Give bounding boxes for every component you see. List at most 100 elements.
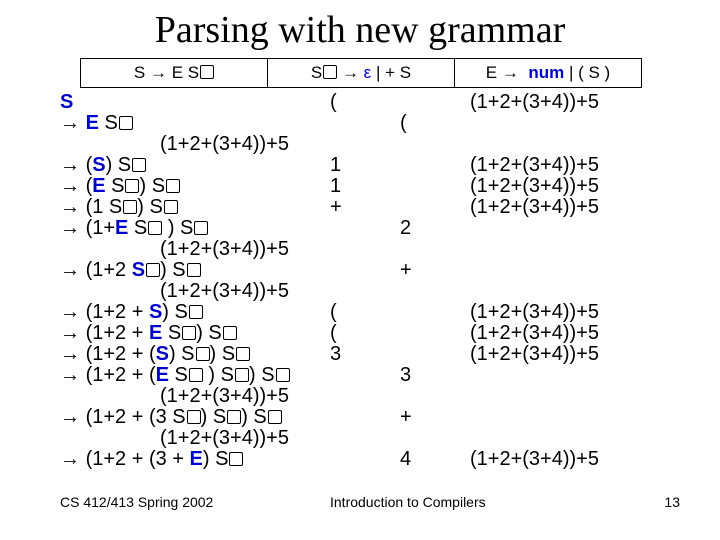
prime-icon — [200, 65, 214, 79]
rule2-lhs: S — [311, 63, 322, 82]
sym-E: E — [92, 175, 105, 197]
prime-icon — [119, 116, 133, 130]
lookahead-2: ( — [400, 113, 470, 134]
footer-center: Introduction to Compilers — [330, 494, 580, 510]
prime-icon — [223, 326, 237, 340]
deriv-row-context: (1+2+(3+4))+5 — [60, 281, 680, 302]
deriv-row: E S ( — [60, 113, 680, 134]
lookahead-2: 4 — [400, 449, 470, 470]
prime-icon — [182, 326, 196, 340]
rule3-lhs: E — [486, 63, 502, 82]
sym-E: E — [156, 364, 169, 386]
slide-title: Parsing with new grammar — [0, 8, 720, 52]
prime-icon — [189, 368, 203, 382]
lookahead-1: ( — [330, 92, 400, 113]
sym-E: E — [190, 448, 203, 470]
deriv-row: (1+2 + (S) S) S 3 (1+2+(3+4))+5 — [60, 344, 680, 365]
context-input: (1+2+(3+4))+5 — [60, 239, 430, 260]
deriv-row: (S) S 1 (1+2+(3+4))+5 — [60, 155, 680, 176]
rule1-lhs: S — [134, 63, 150, 82]
deriv-row-context: (1+2+(3+4))+5 — [60, 428, 680, 449]
lookahead-2: + — [400, 260, 470, 281]
prime-icon — [323, 65, 337, 79]
prime-icon — [235, 368, 249, 382]
prime-icon — [236, 347, 250, 361]
deriv-row: (1+2 + (3 + E) S 4 (1+2+(3+4))+5 — [60, 449, 680, 470]
sym-S: S — [132, 259, 145, 281]
sym-S: S — [156, 343, 169, 365]
arrow-icon: → — [150, 63, 167, 82]
rule1-rhs: E S — [172, 63, 199, 82]
prime-icon — [229, 452, 243, 466]
footer-left: CS 412/413 Spring 2002 — [60, 494, 330, 510]
deriv-row-context: (1+2+(3+4))+5 — [60, 386, 680, 407]
prime-icon — [227, 410, 241, 424]
deriv-row-context: (1+2+(3+4))+5 — [60, 239, 680, 260]
page-number: 13 — [580, 494, 680, 510]
deriv-row: S ( (1+2+(3+4))+5 — [60, 92, 680, 113]
rule-2: S → ε | + S — [268, 59, 455, 87]
prime-icon — [148, 221, 162, 235]
lookahead-2: 2 — [400, 218, 470, 239]
lookahead-2: + — [400, 407, 470, 428]
deriv-row: (1+2 + (E S ) S) S 3 — [60, 365, 680, 386]
rule-3: E → num | ( S ) — [455, 59, 641, 87]
arrow-icon: → — [502, 63, 519, 82]
prime-icon — [146, 263, 160, 277]
arrow-icon: → — [342, 63, 359, 82]
sym-S: S — [60, 91, 73, 113]
rule-1: S → E S — [81, 59, 268, 87]
deriv-row: (1 S) S + (1+2+(3+4))+5 — [60, 197, 680, 218]
remaining-input: (1+2+(3+4))+5 — [470, 92, 680, 113]
num-terminal: num — [528, 63, 564, 82]
prime-icon — [196, 347, 210, 361]
prime-icon — [164, 200, 178, 214]
lookahead-1: ( — [330, 302, 400, 323]
prime-icon — [276, 368, 290, 382]
context-input: (1+2+(3+4))+5 — [60, 281, 430, 302]
remaining-input: (1+2+(3+4))+5 — [470, 176, 680, 197]
prime-icon — [187, 263, 201, 277]
lookahead-1: ( — [330, 323, 400, 344]
sym-S: S — [92, 154, 105, 176]
deriv-row: (1+E S ) S 2 — [60, 218, 680, 239]
deriv-row: (1+2 + E S) S ( (1+2+(3+4))+5 — [60, 323, 680, 344]
prime-icon — [268, 410, 282, 424]
derivation-body: S ( (1+2+(3+4))+5 E S ( (1+2+(3+4))+5 (S… — [60, 92, 680, 470]
deriv-row-context: (1+2+(3+4))+5 — [60, 134, 680, 155]
rule2-tail: | + S — [376, 63, 411, 82]
grammar-rules-box: S → E S S → ε | + S E → num | ( S ) — [80, 58, 642, 88]
prime-icon — [166, 179, 180, 193]
prime-icon — [194, 221, 208, 235]
sym-E: E — [115, 217, 128, 239]
deriv-row: (1+2 + S) S ( (1+2+(3+4))+5 — [60, 302, 680, 323]
lookahead-1: + — [330, 197, 400, 218]
remaining-input: (1+2+(3+4))+5 — [470, 302, 680, 323]
lookahead-2: 3 — [400, 365, 470, 386]
deriv-row: (1+2 S) S + — [60, 260, 680, 281]
context-input: (1+2+(3+4))+5 — [60, 386, 430, 407]
prime-icon — [187, 410, 201, 424]
context-input: (1+2+(3+4))+5 — [60, 428, 430, 449]
context-input: (1+2+(3+4))+5 — [60, 134, 430, 155]
prime-icon — [189, 305, 203, 319]
prime-icon — [132, 158, 146, 172]
deriv-row: (E S) S 1 (1+2+(3+4))+5 — [60, 176, 680, 197]
sym-E: E — [86, 112, 99, 134]
lookahead-1: 1 — [330, 155, 400, 176]
sym-S: S — [149, 301, 162, 323]
prime-icon — [123, 200, 137, 214]
remaining-input: (1+2+(3+4))+5 — [470, 323, 680, 344]
deriv-row: (1+2 + (3 S) S) S + — [60, 407, 680, 428]
remaining-input: (1+2+(3+4))+5 — [470, 155, 680, 176]
lookahead-1: 3 — [330, 344, 400, 365]
remaining-input: (1+2+(3+4))+5 — [470, 344, 680, 365]
prime-icon — [125, 179, 139, 193]
remaining-input: (1+2+(3+4))+5 — [470, 449, 680, 470]
remaining-input: (1+2+(3+4))+5 — [470, 197, 680, 218]
epsilon-symbol: ε — [364, 63, 372, 82]
lookahead-1: 1 — [330, 176, 400, 197]
rule3-tail: | ( S ) — [569, 63, 610, 82]
slide-footer: CS 412/413 Spring 2002 Introduction to C… — [60, 494, 680, 510]
sym-E: E — [149, 322, 162, 344]
